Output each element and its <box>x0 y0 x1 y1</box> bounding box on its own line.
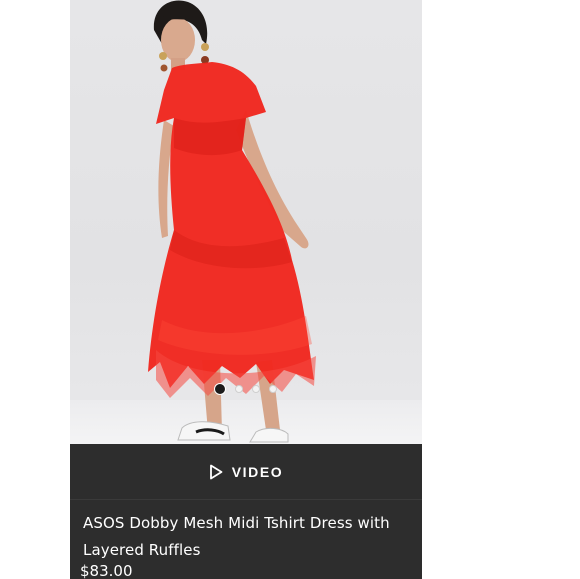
product-info: ASOS Dobby Mesh Midi Tshirt Dress with L… <box>70 500 422 579</box>
play-icon <box>209 464 223 480</box>
carousel-dot-1[interactable] <box>214 383 226 395</box>
product-image[interactable] <box>70 0 422 444</box>
video-label: VIDEO <box>231 463 284 480</box>
carousel-dot-3[interactable] <box>252 385 260 393</box>
carousel-dots <box>214 383 277 395</box>
carousel-dot-2[interactable] <box>235 385 243 393</box>
carousel-dot-4[interactable] <box>269 385 277 393</box>
product-title[interactable]: ASOS Dobby Mesh Midi Tshirt Dress with L… <box>83 510 413 564</box>
product-price: $83.00 <box>80 562 133 579</box>
model-illustration <box>148 0 316 443</box>
product-card: VIDEO ASOS Dobby Mesh Midi Tshirt Dress … <box>70 0 422 579</box>
video-button[interactable]: VIDEO <box>70 444 422 500</box>
